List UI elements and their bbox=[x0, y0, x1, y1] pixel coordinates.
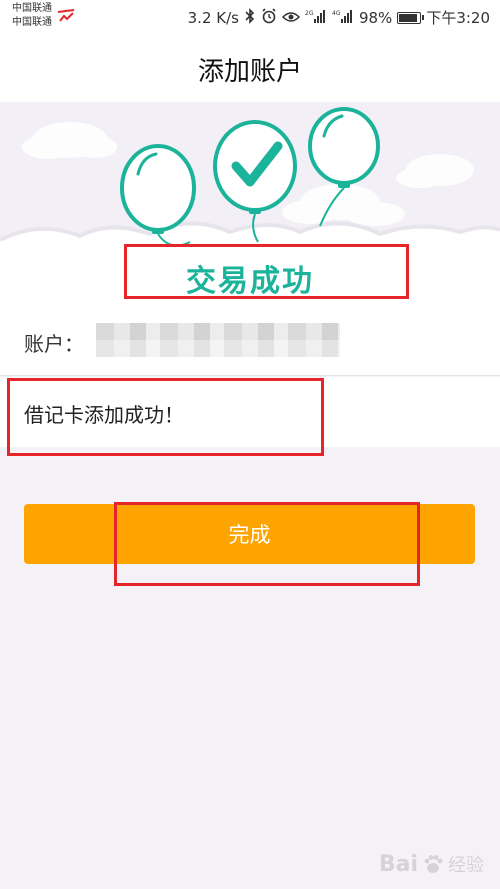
carrier-1: 中国联通 bbox=[12, 3, 52, 14]
activity-icon bbox=[57, 9, 75, 22]
bluetooth-icon bbox=[244, 7, 256, 28]
signal-2g-label: 2G bbox=[305, 10, 314, 17]
eye-icon bbox=[281, 9, 301, 27]
paw-icon bbox=[424, 855, 443, 873]
battery-icon bbox=[397, 11, 425, 24]
net-speed: 3.2 K/s bbox=[187, 8, 239, 27]
account-label: 账户： bbox=[24, 332, 84, 356]
status-indicators: 3.2 K/s 2G 4G 98% 下午3:20 bbox=[188, 7, 490, 28]
signal-4g-label: 4G bbox=[332, 10, 341, 17]
watermark-text: Bai bbox=[378, 851, 418, 877]
carrier-2: 中国联通 bbox=[12, 17, 52, 28]
highlight-box bbox=[124, 244, 409, 299]
watermark-sub: 经验 bbox=[448, 855, 484, 876]
status-bar: 中国联通 中国联通 3.2 K/s 2G 4G 98% 下午3:20 bbox=[0, 0, 500, 36]
account-row: 账户： bbox=[0, 304, 500, 376]
battery-percent: 98% bbox=[358, 8, 393, 27]
highlight-box bbox=[7, 378, 324, 456]
alarm-icon bbox=[261, 7, 277, 28]
signal-4g-icon: 4G bbox=[332, 8, 354, 28]
account-value-redacted bbox=[96, 323, 340, 357]
signal-2g-icon: 2G bbox=[305, 8, 327, 28]
success-banner: 交易成功 bbox=[0, 102, 500, 304]
page-title: 添加账户 bbox=[197, 56, 302, 87]
nav-bar: 添加账户 bbox=[0, 36, 500, 102]
clock: 下午3:20 bbox=[426, 9, 490, 27]
carrier-info: 中国联通 中国联通 bbox=[12, 2, 52, 30]
done-button[interactable]: 完成 bbox=[24, 504, 475, 564]
baidu-watermark: Bai 经验 bbox=[379, 851, 484, 877]
